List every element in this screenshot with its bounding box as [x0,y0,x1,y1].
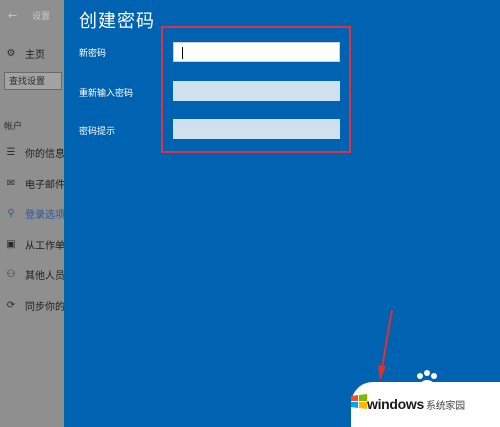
watermark-site: 系统家园 [426,401,465,412]
windows-logo-icon [351,394,367,409]
watermark-badge: windows 系统家园 [351,382,500,427]
watermark-brand: windows [367,396,425,412]
annotation-arrow-icon [378,309,393,381]
